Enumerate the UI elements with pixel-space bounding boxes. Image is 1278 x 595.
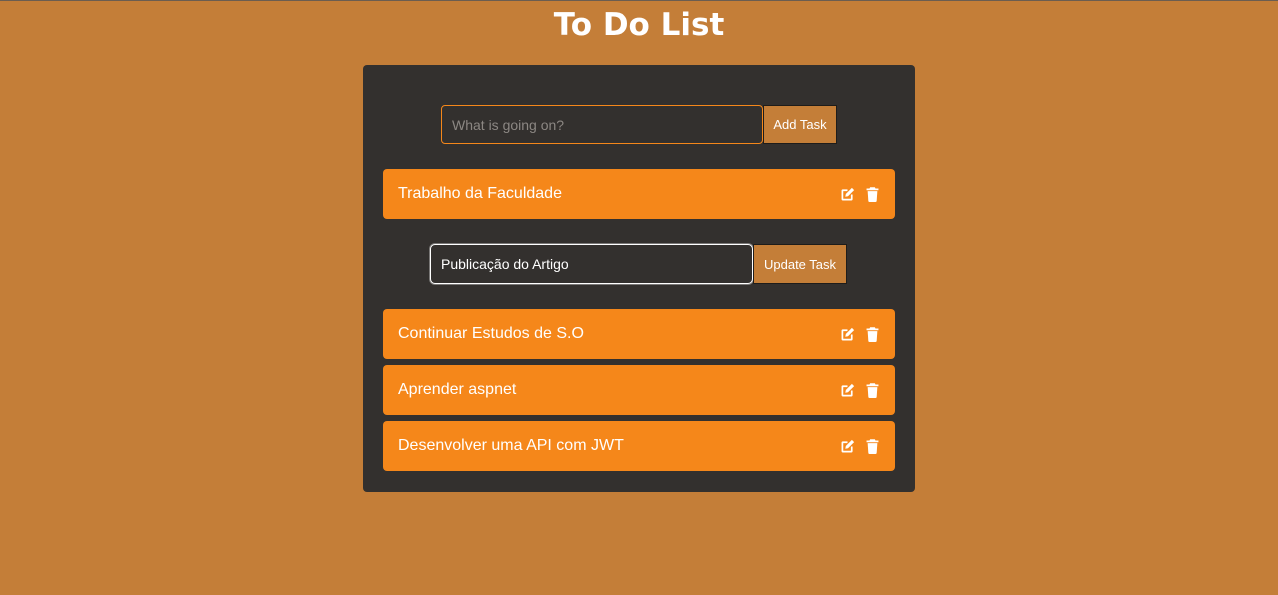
task-label: Desenvolver uma API com JWT xyxy=(398,437,624,454)
todo-panel: Add Task Trabalho da Faculdade Update Ta… xyxy=(363,65,915,492)
edit-icon[interactable] xyxy=(839,326,856,343)
add-task-button[interactable]: Add Task xyxy=(763,105,837,144)
trash-icon[interactable] xyxy=(864,438,881,455)
edit-icon[interactable] xyxy=(839,186,856,203)
task-item: Aprender aspnet xyxy=(383,365,895,415)
add-task-form: Add Task xyxy=(441,105,837,144)
edit-icon[interactable] xyxy=(839,438,856,455)
new-task-input[interactable] xyxy=(441,105,763,144)
edit-task-input[interactable] xyxy=(430,244,753,284)
task-label: Aprender aspnet xyxy=(398,381,517,398)
trash-icon[interactable] xyxy=(864,382,881,399)
trash-icon[interactable] xyxy=(864,186,881,203)
task-label: Trabalho da Faculdade xyxy=(398,185,562,202)
edit-task-form: Update Task xyxy=(430,244,847,284)
page-title: To Do List xyxy=(553,7,725,43)
edit-icon[interactable] xyxy=(839,382,856,399)
task-item: Desenvolver uma API com JWT xyxy=(383,421,895,471)
task-label: Continuar Estudos de S.O xyxy=(398,325,584,342)
update-task-button[interactable]: Update Task xyxy=(753,244,847,284)
task-item: Continuar Estudos de S.O xyxy=(383,309,895,359)
task-item: Trabalho da Faculdade xyxy=(383,169,895,219)
trash-icon[interactable] xyxy=(864,326,881,343)
